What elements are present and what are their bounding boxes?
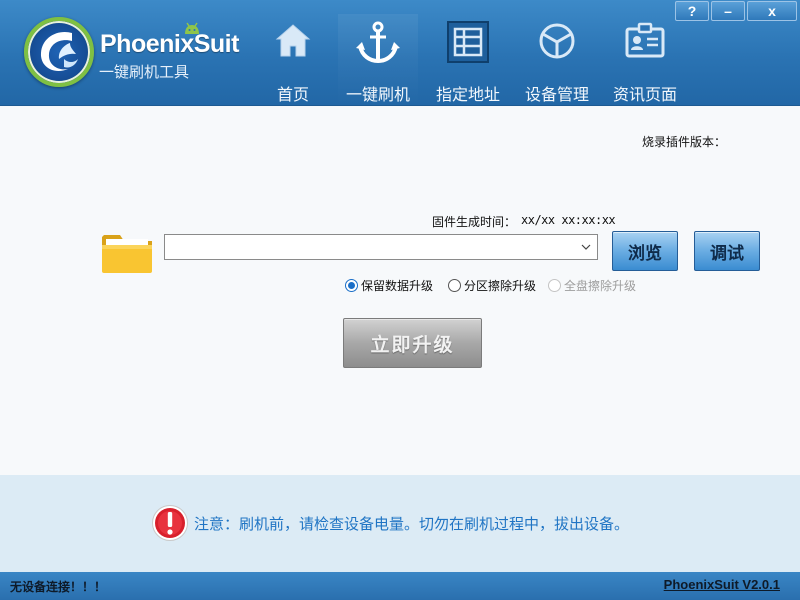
firmware-time-label: 固件生成时间： — [432, 215, 517, 229]
browse-button[interactable]: 浏览 — [612, 231, 678, 271]
debug-button[interactable]: 调试 — [694, 231, 760, 271]
version-link[interactable]: PhoenixSuit V2.0.1 — [664, 577, 780, 592]
notice-text: 注意：刷机前，请检查设备电量。切勿在刷机过程中，拔出设备。 — [194, 515, 630, 533]
nav-one-click-flash[interactable]: 一键刷机 — [338, 14, 418, 106]
header-bar: PhoenixSuit 一键刷机工具 首页 一键刷机 指定地址 设备管理 资讯页… — [0, 0, 800, 106]
folder-icon[interactable] — [100, 229, 154, 279]
nav-specify-address[interactable]: 指定地址 — [428, 14, 508, 106]
home-icon — [274, 20, 312, 64]
warning-icon — [151, 504, 189, 546]
close-button[interactable]: x — [747, 1, 797, 21]
app-subtitle: 一键刷机工具 — [99, 63, 190, 81]
radio-partition-erase-label: 分区擦除升级 — [464, 279, 537, 293]
radio-full-erase-label: 全盘擦除升级 — [564, 279, 637, 293]
radio-partition-erase-dot[interactable] — [448, 279, 461, 292]
plugin-version-label: 烧录插件版本： — [641, 135, 726, 149]
radio-keep-data-label: 保留数据升级 — [361, 279, 434, 293]
status-bar: 无设备连接！！！ PhoenixSuit V2.0.1 — [0, 572, 800, 600]
nav-device-management[interactable]: 设备管理 — [517, 14, 597, 106]
connection-status: 无设备连接！！！ — [10, 580, 107, 594]
nav-home[interactable]: 首页 — [253, 14, 333, 106]
firmware-file-select[interactable] — [164, 234, 598, 260]
nav-news-page[interactable]: 资讯页面 — [605, 14, 685, 106]
nav-home-label: 首页 — [276, 85, 309, 104]
radio-keep-data-dot[interactable] — [345, 279, 358, 292]
device-cube-icon — [537, 20, 577, 66]
chevron-down-icon[interactable] — [580, 238, 592, 256]
anchor-icon — [354, 20, 402, 70]
app-name: PhoenixSuit — [100, 30, 239, 58]
upgrade-now-button[interactable]: 立即升级 — [343, 318, 482, 368]
main-panel: 烧录插件版本： 固件生成时间： xx/xx xx:xx:xx 浏览 调试 保留数… — [0, 107, 800, 475]
grid-address-icon — [446, 20, 490, 68]
nav-news-label: 资讯页面 — [612, 85, 677, 104]
radio-partition-erase[interactable]: 分区擦除升级 — [448, 277, 536, 294]
phoenix-logo-icon — [24, 17, 94, 87]
window-controls: ? – x — [675, 1, 797, 21]
radio-full-erase: 全盘擦除升级 — [548, 277, 636, 294]
nav-address-label: 指定地址 — [435, 85, 500, 104]
nav-device-label: 设备管理 — [524, 85, 589, 104]
radio-keep-data[interactable]: 保留数据升级 — [345, 277, 433, 294]
id-card-icon — [624, 20, 666, 64]
radio-full-erase-dot — [548, 279, 561, 292]
android-icon — [183, 20, 201, 39]
notice-panel: 注意：刷机前，请检查设备电量。切勿在刷机过程中，拔出设备。 — [0, 475, 800, 572]
help-button[interactable]: ? — [675, 1, 709, 21]
nav-flash-label: 一键刷机 — [345, 85, 410, 104]
minimize-button[interactable]: – — [711, 1, 745, 21]
firmware-time-value: xx/xx xx:xx:xx — [521, 213, 616, 227]
